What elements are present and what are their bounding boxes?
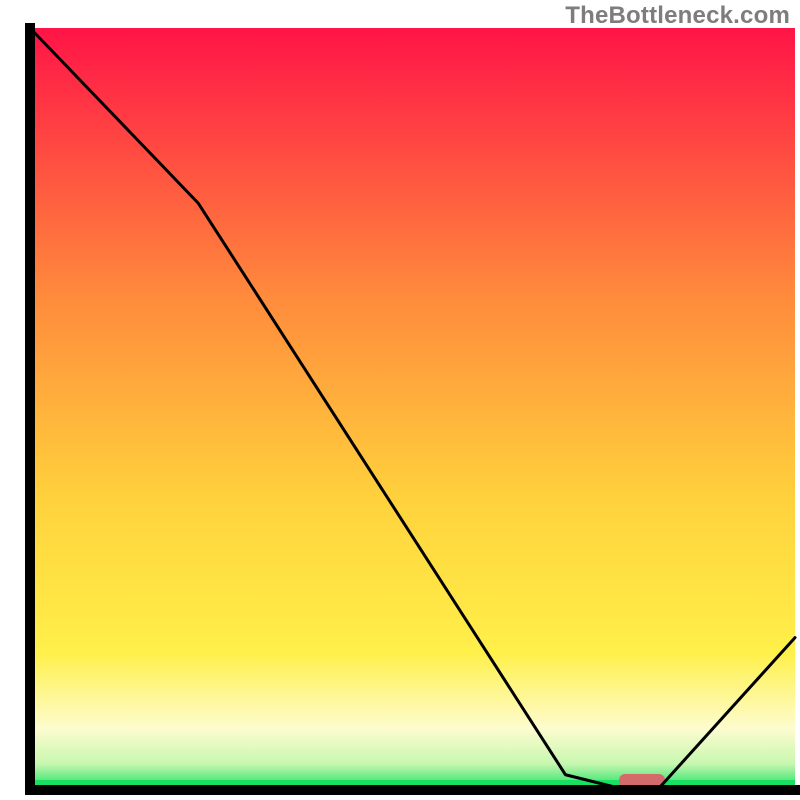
watermark-text: TheBottleneck.com bbox=[565, 2, 790, 30]
chart-svg bbox=[0, 0, 800, 800]
bottleneck-chart: TheBottleneck.com bbox=[0, 0, 800, 800]
plot-background bbox=[30, 28, 795, 790]
